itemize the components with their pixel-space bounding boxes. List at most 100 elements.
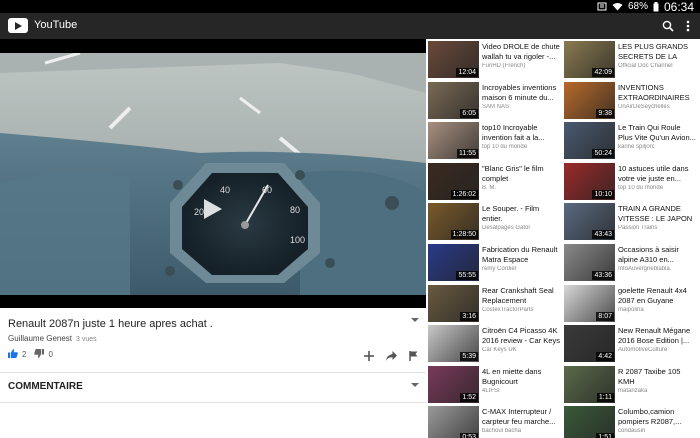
video-thumbnail[interactable]: 4:42 xyxy=(564,325,615,363)
video-thumbnail[interactable]: 1:28:50 xyxy=(428,203,479,241)
related-video-item[interactable]: 43:43 TRAIN A GRANDE VITESSE : LE JAPON Pa… xyxy=(562,201,698,241)
related-video-item[interactable]: 1:51 Columbo,camion pompiers R2087,... con… xyxy=(562,404,698,438)
video-duration: 3:16 xyxy=(460,311,478,321)
video-thumbnail[interactable]: 50:24 xyxy=(564,122,615,160)
clock: 06:34 xyxy=(663,0,694,14)
related-video-item[interactable]: 1:11 R 2087 Taxibe 105 KMH matanzaka xyxy=(562,364,698,404)
video-thumbnail[interactable]: 1:52 xyxy=(428,365,479,403)
notification-icon xyxy=(597,2,607,11)
channel-name[interactable]: Guillaume Genest xyxy=(8,334,72,343)
related-video-title[interactable]: C-MAX Interrupteur / carpteur feu marche… xyxy=(482,407,560,427)
related-video-item[interactable]: 1:26:02 "Blanc Gris" le film complet B. M. xyxy=(426,161,562,201)
video-thumbnail[interactable]: 1:26:02 xyxy=(428,162,479,200)
related-video-item[interactable]: 4:42 New Renault Mégane 2016 Bose Edition… xyxy=(562,323,698,363)
thumbs-down-icon[interactable] xyxy=(34,349,45,360)
related-video-item[interactable]: 0:53 C-MAX Interrupteur / carpteur feu ma… xyxy=(426,404,562,438)
video-thumbnail[interactable]: 5:39 xyxy=(428,325,479,363)
related-video-title[interactable]: Le Train Qui Roule Plus Vite Qu'un Avion… xyxy=(618,123,696,143)
related-video-title[interactable]: goelette Renault 4x4 2087 en Guyane xyxy=(618,286,696,306)
video-thumbnail[interactable]: 43:43 xyxy=(564,203,615,241)
video-thumbnail[interactable]: 10:10 xyxy=(564,162,615,200)
related-video-title[interactable]: Fabrication du Renault Matra Espace jusq… xyxy=(482,245,560,265)
video-thumbnail[interactable]: 43:36 xyxy=(564,244,615,281)
expand-description-icon[interactable] xyxy=(411,318,419,322)
video-duration: 5:39 xyxy=(460,352,478,362)
video-duration: 10:10 xyxy=(592,189,614,199)
related-video-item[interactable]: 1:52 4L en miette dans Bugnicourt 4LIFSI xyxy=(426,364,562,404)
thumbs-up-icon[interactable] xyxy=(8,349,18,360)
share-icon[interactable] xyxy=(386,348,397,366)
related-video-title[interactable]: TRAIN A GRANDE VITESSE : LE JAPON xyxy=(618,204,696,224)
related-video-title[interactable]: Columbo,camion pompiers R2087,... xyxy=(618,407,696,427)
video-duration: 43:43 xyxy=(592,230,614,240)
related-video-item[interactable]: 43:36 Occasions à saisir alpine A310 en..… xyxy=(562,242,698,282)
related-video-title[interactable]: 4L en miette dans Bugnicourt xyxy=(482,367,560,387)
video-thumbnail[interactable]: 1:11 xyxy=(564,365,615,403)
video-thumbnail[interactable]: 42:09 xyxy=(564,41,615,78)
video-thumbnail[interactable]: 3:16 xyxy=(428,284,479,322)
related-video-title[interactable]: LES PLUS GRANDS SECRETS DE LA NASA xyxy=(618,42,696,62)
comments-header[interactable]: COMMENTAIRE xyxy=(8,381,83,392)
video-thumbnail[interactable]: 6:05 xyxy=(428,81,479,119)
related-video-channel: B. M. xyxy=(482,184,497,191)
related-video-title[interactable]: Incroyables inventions maison 6 minute d… xyxy=(482,83,560,103)
related-video-title[interactable]: top10 Incroyable invention fait a la... xyxy=(482,123,560,143)
expand-comments-icon[interactable] xyxy=(411,383,419,387)
related-video-channel: Desalpages Gator xyxy=(482,225,531,232)
video-duration: 1:26:02 xyxy=(450,189,478,199)
view-count: 3 vues xyxy=(76,336,97,343)
video-duration: 55:55 xyxy=(456,271,478,280)
related-video-title[interactable]: R 2087 Taxibe 105 KMH xyxy=(618,367,696,387)
video-duration: 0:53 xyxy=(460,433,478,438)
play-icon[interactable] xyxy=(204,199,222,219)
video-duration: 8:07 xyxy=(596,311,614,321)
add-to-playlist-icon[interactable] xyxy=(364,348,374,366)
related-video-item[interactable]: 6:05 Incroyables inventions maison 6 minu… xyxy=(426,80,562,120)
video-duration: 1:51 xyxy=(596,433,614,438)
more-options-icon[interactable] xyxy=(686,19,690,37)
related-video-item[interactable]: 10:10 10 astuces utile dans votre vie jus… xyxy=(562,161,698,201)
video-thumbnail[interactable]: 8:07 xyxy=(564,284,615,322)
wifi-icon xyxy=(612,2,623,11)
related-video-channel: top 10 du monde xyxy=(482,144,528,151)
related-video-channel: UnAirDeSeychelles xyxy=(618,103,670,110)
related-video-title[interactable]: Occasions à saisir alpine A310 en... xyxy=(618,245,696,265)
video-thumbnail[interactable]: 55:55 xyxy=(428,244,479,281)
related-video-title[interactable]: 10 astuces utile dans votre vie juste en… xyxy=(618,164,696,184)
video-thumbnail[interactable]: 1:51 xyxy=(564,406,615,438)
related-video-item[interactable]: 8:07 goelette Renault 4x4 2087 en Guyane m… xyxy=(562,283,698,323)
related-video-item[interactable]: 12:04 Video DROLE de chute wallah tu va r… xyxy=(426,39,562,79)
related-video-title[interactable]: "Blanc Gris" le film complet xyxy=(482,164,560,184)
video-thumbnail[interactable]: 9:38 xyxy=(564,81,615,119)
related-video-channel: FunHD (French) xyxy=(482,63,526,69)
video-thumbnail[interactable]: 12:04 xyxy=(428,41,479,78)
related-video-item[interactable]: 50:24 Le Train Qui Roule Plus Vite Qu'un … xyxy=(562,120,698,160)
related-video-title[interactable]: Citroën C4 Picasso 4K 2016 review - Car … xyxy=(482,326,560,346)
related-video-title[interactable]: Rear Crankshaft Seal Replacement xyxy=(482,286,560,306)
svg-text:20: 20 xyxy=(194,207,204,217)
related-video-channel: 4LIFSI xyxy=(482,387,500,394)
related-video-channel: top 10 du monde xyxy=(618,184,664,191)
related-video-item[interactable]: 1:28:50 Le Souper. - Film entier. Desalpag… xyxy=(426,201,562,241)
video-duration: 11:55 xyxy=(457,149,478,159)
related-video-item[interactable]: 9:38 INVENTIONS EXTRAORDINAIRES UnAirDeSey… xyxy=(562,80,698,120)
related-video-title[interactable]: Le Souper. - Film entier. xyxy=(482,204,560,224)
video-thumbnail[interactable]: 11:55 xyxy=(428,122,479,160)
related-video-item[interactable]: 42:09 LES PLUS GRANDS SECRETS DE LA NASAO… xyxy=(562,39,698,79)
youtube-logo-icon[interactable] xyxy=(8,18,28,33)
video-player[interactable]: 40 60 80 20 100 xyxy=(0,39,426,308)
related-video-item[interactable]: 11:55 top10 Incroyable invention fait a l… xyxy=(426,120,562,160)
related-videos-list: 12:04 Video DROLE de chute wallah tu va r… xyxy=(426,39,700,438)
related-video-item[interactable]: 55:55 Fabrication du Renault Matra Espace… xyxy=(426,242,562,282)
related-video-title[interactable]: Video DROLE de chute wallah tu va rigole… xyxy=(482,42,560,62)
flag-icon[interactable] xyxy=(409,348,418,366)
video-duration: 42:09 xyxy=(592,68,614,77)
channel-line: Guillaume Genest 3 vues xyxy=(8,334,97,343)
related-video-item[interactable]: 5:39 Citroën C4 Picasso 4K 2016 review - … xyxy=(426,323,562,363)
related-video-title[interactable]: INVENTIONS EXTRAORDINAIRES xyxy=(618,83,696,103)
video-duration: 43:36 xyxy=(592,271,614,280)
related-video-title[interactable]: New Renault Mégane 2016 Bose Edition |..… xyxy=(618,326,696,346)
video-thumbnail[interactable]: 0:53 xyxy=(428,406,479,438)
related-video-item[interactable]: 3:16 Rear Crankshaft Seal Replacement Cost… xyxy=(426,283,562,323)
search-icon[interactable] xyxy=(662,19,674,37)
